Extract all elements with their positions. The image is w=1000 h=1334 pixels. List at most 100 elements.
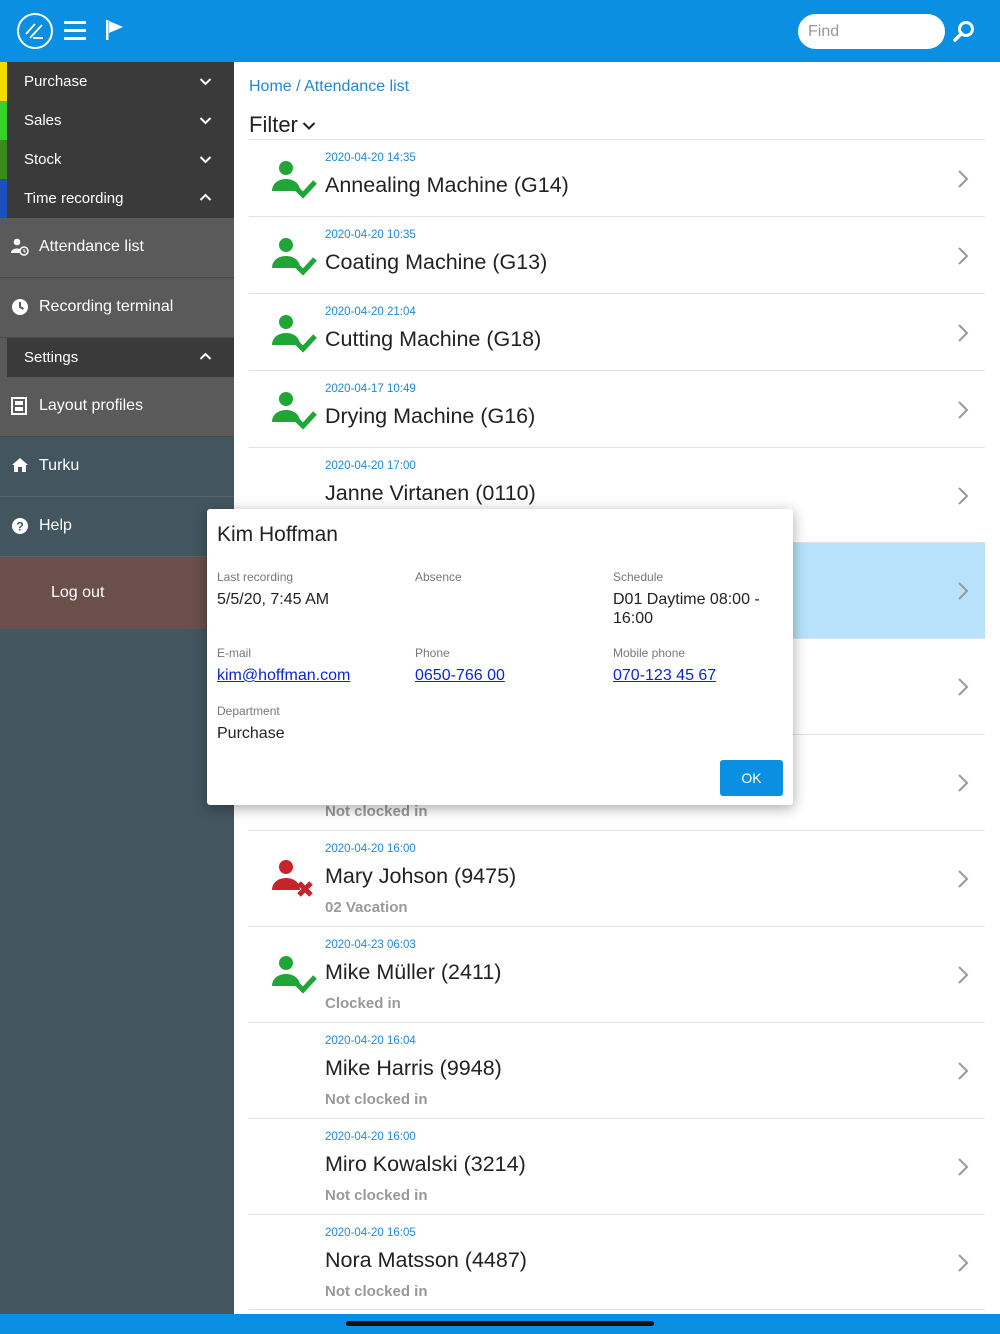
chevron-right-icon xyxy=(958,1062,969,1080)
list-item[interactable]: 2020-04-20 16:00 Miro Kowalski (3214) No… xyxy=(249,1118,985,1214)
sidebar-item-help[interactable]: ? Help xyxy=(0,497,234,557)
list-item-timestamp: 2020-04-20 16:00 xyxy=(325,1131,416,1143)
list-item-status: Clocked in xyxy=(325,995,401,1012)
sidebar-category-purchase[interactable]: Purchase xyxy=(0,62,234,101)
user-check-icon xyxy=(272,238,317,276)
email-field: E-mail kim@hoffman.com xyxy=(217,646,407,685)
field-label: Last recording xyxy=(217,570,294,584)
sidebar-category-time-recording[interactable]: Time recording xyxy=(0,179,234,218)
field-value: 5/5/20, 7:45 AM xyxy=(217,591,330,608)
chevron-right-icon xyxy=(958,170,969,188)
logout-button[interactable]: Log out xyxy=(0,557,234,629)
breadcrumb[interactable]: Home / Attendance list xyxy=(249,78,409,96)
list-item-name: Miro Kowalski (3214) xyxy=(325,1152,526,1176)
list-item-status: Not clocked in xyxy=(325,1091,428,1108)
last-recording-field: Last recording 5/5/20, 7:45 AM xyxy=(217,570,407,609)
clock-icon xyxy=(12,299,28,315)
list-item-status: Not clocked in xyxy=(325,1187,428,1204)
list-item-timestamp: 2020-04-20 16:05 xyxy=(325,1227,416,1239)
sidebar-item-label: Help xyxy=(39,517,72,534)
home-indicator[interactable] xyxy=(346,1321,654,1326)
sidebar-category-sales[interactable]: Sales xyxy=(0,101,234,140)
chevron-up-icon xyxy=(199,352,212,360)
sidebar: Purchase Sales Stock Time recording Atte… xyxy=(0,62,234,1314)
phone-field: Phone 0650-766 00 xyxy=(415,646,605,685)
mobile-phone-field: Mobile phone 070-123 45 67 xyxy=(613,646,788,685)
list-item-name: Nora Matsson (4487) xyxy=(325,1248,527,1272)
chevron-right-icon xyxy=(958,324,969,342)
sidebar-category-stock[interactable]: Stock xyxy=(0,140,234,179)
schedule-field: Schedule D01 Daytime 08:00 - 16:00 xyxy=(613,570,788,628)
schedule-line-1: D01 Daytime 08:00 - xyxy=(613,591,760,608)
chevron-down-icon xyxy=(199,117,212,125)
flag-icon[interactable] xyxy=(105,19,125,41)
category-color-bar xyxy=(0,338,7,377)
list-item[interactable]: 2020-04-20 14:35 Annealing Machine (G14) xyxy=(249,139,985,216)
logo-icon[interactable] xyxy=(17,13,53,49)
phone-link[interactable]: 0650-766 00 xyxy=(415,666,605,685)
sidebar-item-label: Recording terminal xyxy=(39,298,174,315)
list-item-timestamp: 2020-04-20 16:00 xyxy=(325,843,416,855)
list-item-status: 02 Vacation xyxy=(325,899,408,916)
absence-field: Absence xyxy=(415,570,605,590)
category-color-bar xyxy=(0,140,7,179)
sidebar-item-recording-terminal[interactable]: Recording terminal xyxy=(0,278,234,338)
sidebar-category-settings[interactable]: Settings xyxy=(0,338,234,377)
list-item[interactable]: 2020-04-20 21:04 Cutting Machine (G18) xyxy=(249,293,985,370)
sidebar-item-attendance-list[interactable]: Attendance list xyxy=(0,218,234,278)
sidebar-item-label: Layout profiles xyxy=(39,397,144,414)
list-item[interactable]: 2020-04-20 16:00 Mary Johson (9475) 02 V… xyxy=(249,830,985,926)
list-item-timestamp: 2020-04-20 16:04 xyxy=(325,1035,416,1047)
user-clock-icon xyxy=(11,238,29,256)
chevron-right-icon xyxy=(958,678,969,696)
hamburger-icon[interactable] xyxy=(64,21,86,41)
list-item-timestamp: 2020-04-20 21:04 xyxy=(325,306,416,318)
email-link[interactable]: kim@hoffman.com xyxy=(217,666,407,685)
list-item[interactable]: 2020-04-20 10:35 Coating Machine (G13) xyxy=(249,216,985,293)
chevron-right-icon xyxy=(958,1254,969,1272)
list-item[interactable]: 2020-04-23 06:03 Mike Müller (2411) Cloc… xyxy=(249,926,985,1022)
logout-label: Log out xyxy=(51,584,105,601)
sidebar-item-label: Turku xyxy=(39,457,80,474)
search-input[interactable] xyxy=(798,14,945,49)
list-item-name: Mary Johson (9475) xyxy=(325,864,517,888)
mobile-phone-link[interactable]: 070-123 45 67 xyxy=(613,666,788,685)
home-icon xyxy=(12,458,28,472)
ok-button[interactable]: OK xyxy=(720,760,783,796)
sidebar-item-layout-profiles[interactable]: Layout profiles xyxy=(0,377,234,437)
category-label: Settings xyxy=(24,349,79,366)
field-label: Phone xyxy=(415,646,450,660)
list-item-name: Mike Harris (9948) xyxy=(325,1056,502,1080)
help-icon: ? xyxy=(12,518,28,534)
list-item[interactable]: 2020-04-17 10:49 Drying Machine (G16) xyxy=(249,370,985,447)
chevron-right-icon xyxy=(958,870,969,888)
field-label: Schedule xyxy=(613,570,664,584)
chevron-right-icon xyxy=(958,774,969,792)
list-item-name: Coating Machine (G13) xyxy=(325,250,548,274)
chevron-right-icon xyxy=(958,1158,969,1176)
category-label: Stock xyxy=(24,151,62,168)
field-label: E-mail xyxy=(217,646,252,660)
filter-label: Filter xyxy=(249,112,298,137)
list-item-name: Mike Müller (2411) xyxy=(325,960,502,984)
list-item-timestamp: 2020-04-17 10:49 xyxy=(325,383,416,395)
list-item-timestamp: 2020-04-20 17:00 xyxy=(325,460,416,472)
list-item-name: Annealing Machine (G14) xyxy=(325,173,569,197)
sidebar-item-turku[interactable]: Turku xyxy=(0,437,234,497)
chevron-right-icon xyxy=(958,966,969,984)
user-check-icon xyxy=(272,392,317,430)
field-value: D01 Daytime 08:00 - 16:00 xyxy=(613,590,788,628)
svg-text:?: ? xyxy=(16,520,23,534)
list-item-name: Drying Machine (G16) xyxy=(325,404,536,428)
department-field: Department Purchase xyxy=(217,704,407,743)
filter-toggle[interactable]: Filter xyxy=(249,112,316,138)
chevron-right-icon xyxy=(958,247,969,265)
layout-icon xyxy=(11,397,27,415)
user-check-icon xyxy=(272,161,317,199)
field-label: Department xyxy=(217,704,280,718)
category-label: Time recording xyxy=(24,190,124,207)
list-item[interactable]: 2020-04-20 16:05 Nora Matsson (4487) Not… xyxy=(249,1214,985,1310)
list-item[interactable]: 2020-04-20 16:04 Mike Harris (9948) Not … xyxy=(249,1022,985,1118)
search-icon[interactable] xyxy=(952,20,976,44)
list-item-status: Not clocked in xyxy=(325,1283,428,1300)
